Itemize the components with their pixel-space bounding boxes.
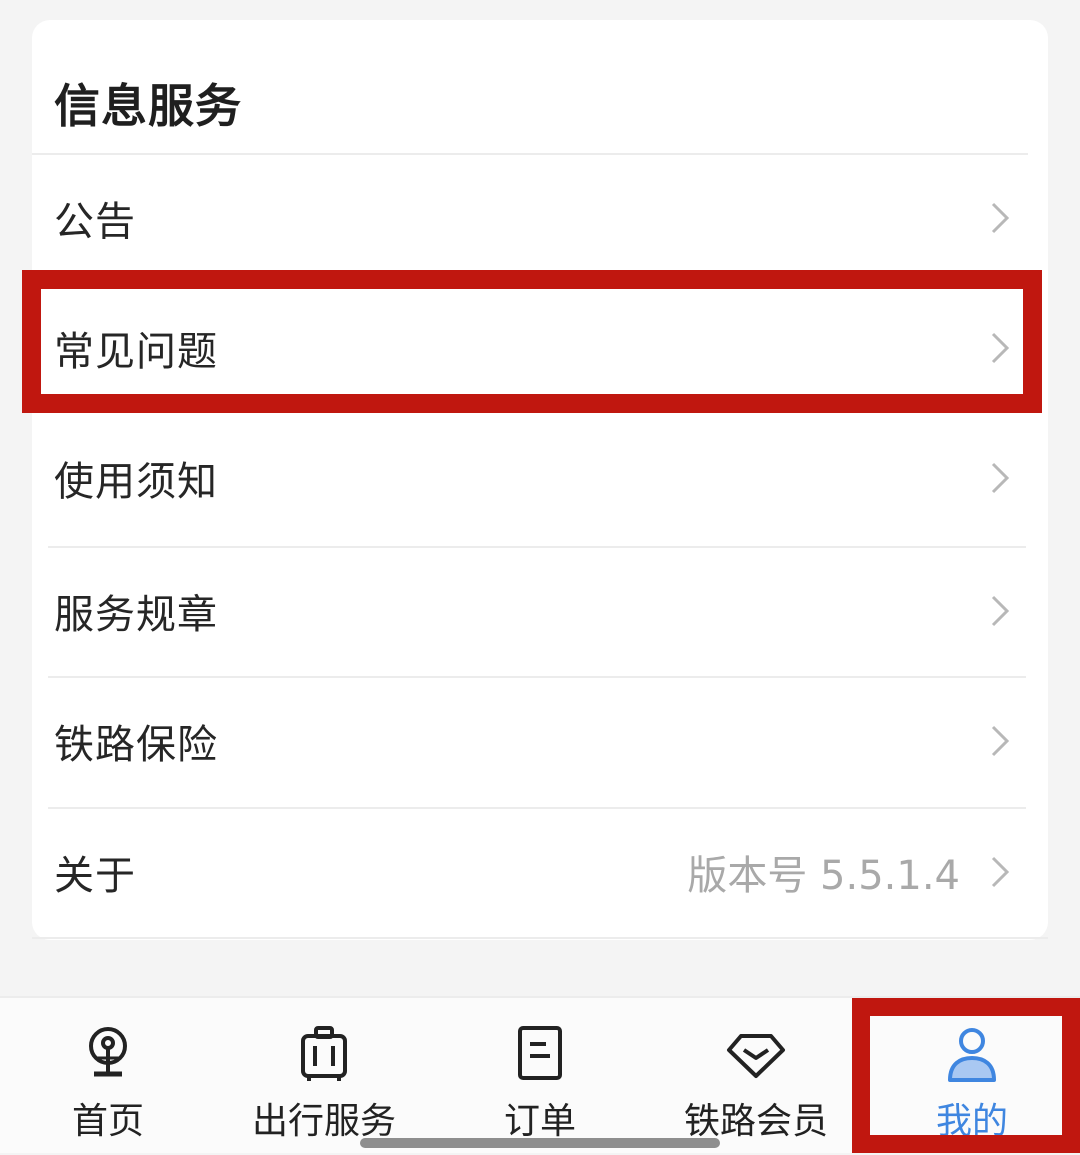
tab-label: 出行服务 — [251, 1101, 396, 1142]
person-icon — [948, 1028, 996, 1082]
tab-railway-membership[interactable]: 铁路会员 — [648, 998, 864, 1155]
menu-item-service-rules[interactable]: 服务规章 — [32, 546, 1048, 676]
bottom-tab-bar: 首页 出行服务 订单 铁路会员 我的 — [0, 996, 1080, 1153]
divider — [32, 937, 1048, 939]
chevron-right-icon — [991, 332, 1010, 364]
chevron-right-icon — [991, 595, 1010, 627]
tab-home[interactable]: 首页 — [0, 998, 216, 1155]
chevron-right-icon — [991, 462, 1010, 494]
tab-label: 订单 — [503, 1101, 576, 1142]
tab-orders[interactable]: 订单 — [432, 998, 648, 1155]
menu-item-usage-notice[interactable]: 使用须知 — [32, 413, 1048, 543]
info-services-card: 信息服务 公告 常见问题 使用须知 服务规章 铁路保险 关于 版本号 5.5.1… — [32, 20, 1048, 940]
menu-item-label: 关于 — [54, 853, 136, 899]
menu-item-label: 公告 — [54, 199, 136, 245]
diamond-icon — [727, 1034, 785, 1078]
menu-item-label: 服务规章 — [54, 592, 218, 638]
luggage-icon — [301, 1026, 347, 1081]
menu-item-label: 铁路保险 — [54, 722, 218, 768]
tab-label: 我的 — [935, 1101, 1008, 1142]
chevron-right-icon — [991, 202, 1010, 234]
tab-me[interactable]: 我的 — [864, 998, 1080, 1155]
menu-item-announcement[interactable]: 公告 — [32, 153, 1048, 283]
menu-item-label: 使用须知 — [54, 459, 218, 505]
tab-label: 铁路会员 — [683, 1101, 828, 1142]
version-number: 版本号 5.5.1.4 — [687, 853, 960, 899]
chevron-right-icon — [991, 725, 1010, 757]
document-icon — [518, 1026, 562, 1080]
menu-item-faq[interactable]: 常见问题 — [32, 283, 1048, 413]
home-indicator[interactable] — [360, 1138, 720, 1148]
railway-logo-icon — [89, 1027, 127, 1077]
tab-label: 首页 — [71, 1101, 144, 1142]
chevron-right-icon — [991, 856, 1010, 888]
menu-item-about[interactable]: 关于 版本号 5.5.1.4 — [32, 807, 1048, 937]
section-title: 信息服务 — [54, 79, 242, 133]
tab-travel-services[interactable]: 出行服务 — [216, 998, 432, 1155]
menu-item-label: 常见问题 — [54, 329, 218, 375]
menu-item-railway-insurance[interactable]: 铁路保险 — [32, 676, 1048, 806]
